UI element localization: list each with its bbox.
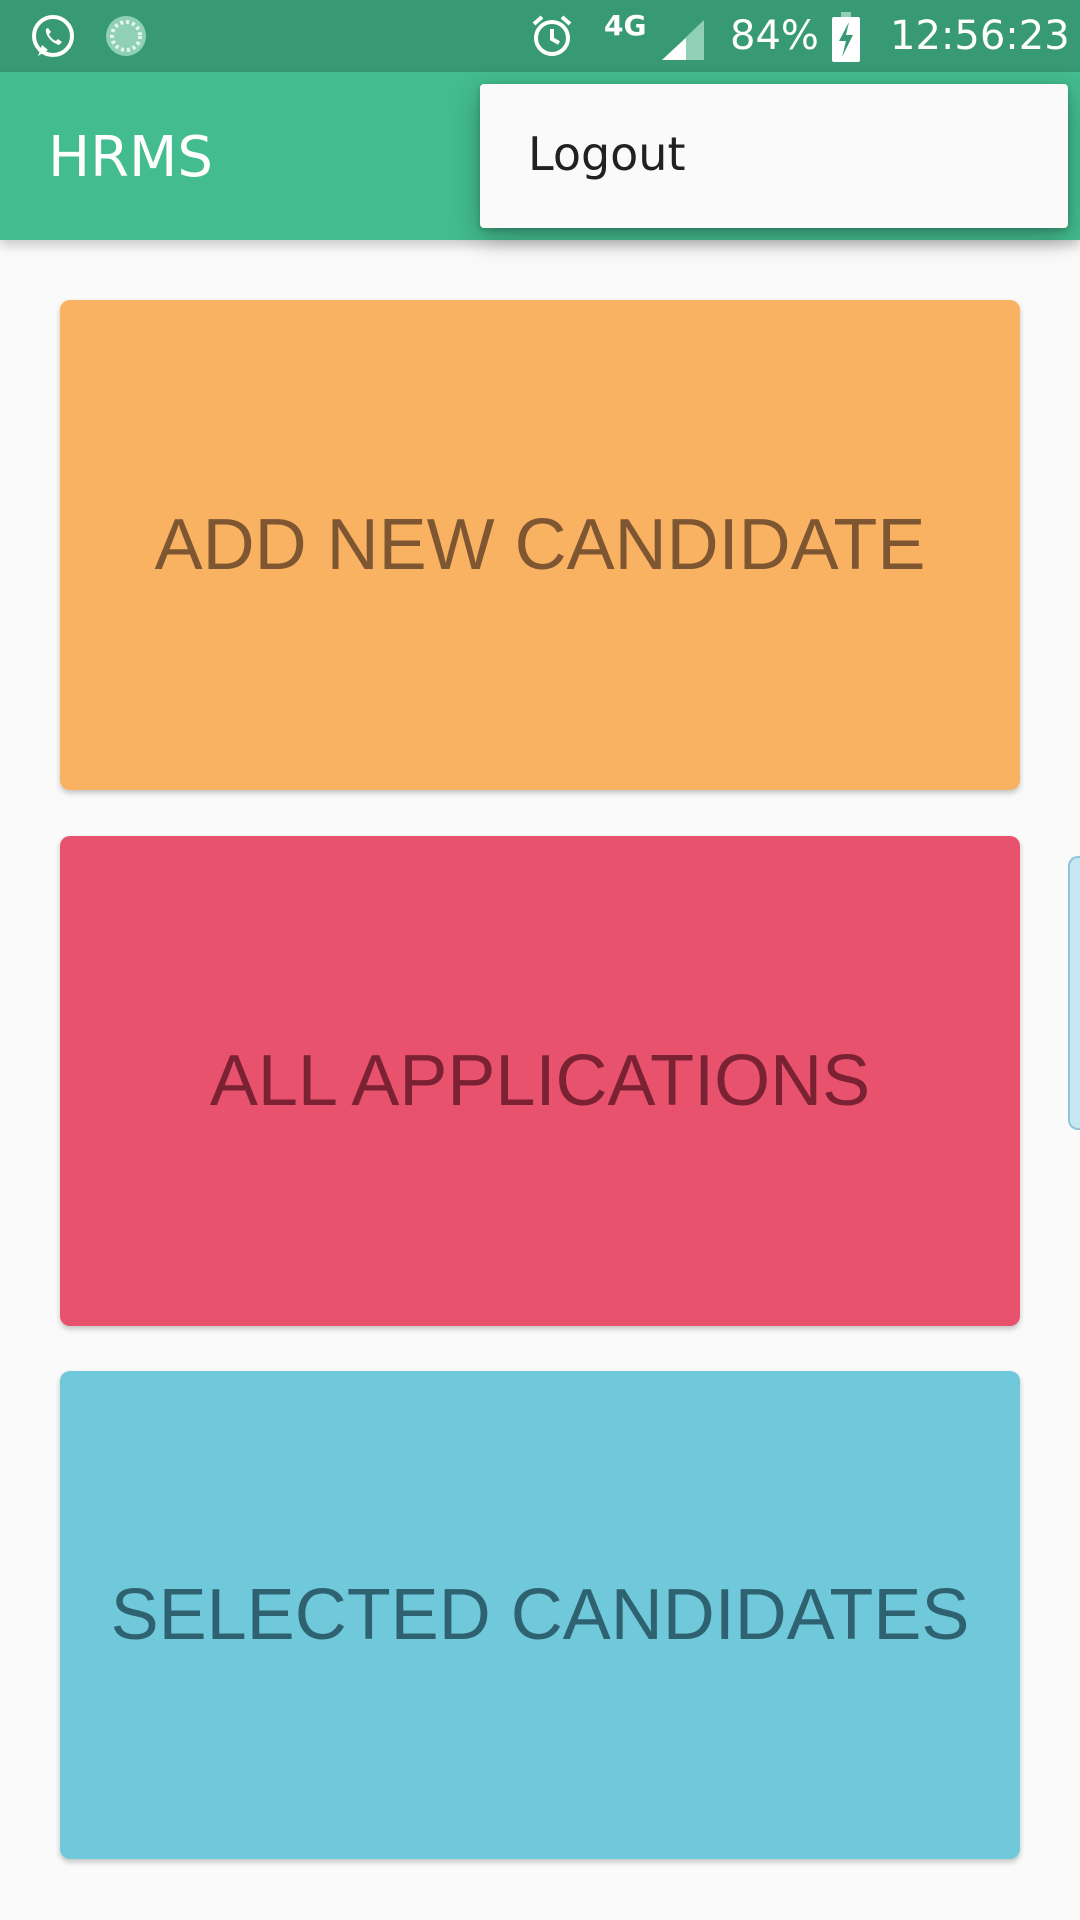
sync-icon (102, 12, 150, 64)
status-bar: 4G 84% 12:56:23 (0, 0, 1080, 72)
battery-percent-label: 84% (730, 13, 819, 59)
logout-label: Logout (528, 127, 686, 181)
alarm-icon (528, 12, 576, 64)
signal-icon (662, 20, 704, 64)
selected-candidates-button[interactable]: SELECTED CANDIDATES (60, 1371, 1020, 1859)
app-title: HRMS (48, 125, 213, 190)
battery-charging-icon (832, 12, 860, 66)
whatsapp-icon (28, 12, 78, 66)
selected-candidates-label: SELECTED CANDIDATES (110, 1575, 970, 1655)
overflow-menu: Logout (480, 84, 1068, 228)
network-type-label: 4G (604, 9, 647, 42)
clock-label: 12:56:23 (890, 13, 1070, 59)
add-new-candidate-label: ADD NEW CANDIDATE (154, 505, 926, 585)
all-applications-button[interactable]: ALL APPLICATIONS (60, 836, 1020, 1326)
logout-menu-item[interactable]: Logout (480, 84, 1068, 228)
all-applications-label: ALL APPLICATIONS (209, 1041, 871, 1121)
edge-peek-panel (1068, 856, 1080, 1130)
add-new-candidate-button[interactable]: ADD NEW CANDIDATE (60, 300, 1020, 790)
